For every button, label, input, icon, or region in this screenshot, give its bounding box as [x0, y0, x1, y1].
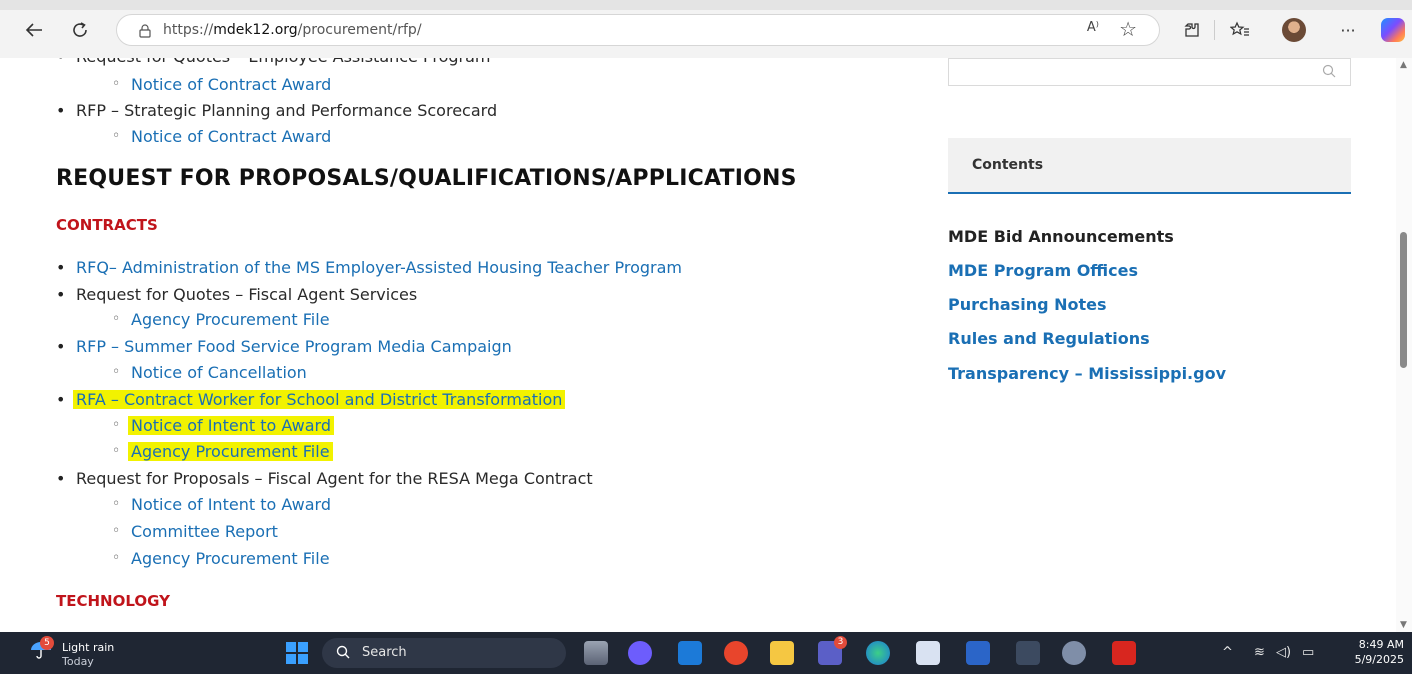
clock-time: 8:49 AM: [1358, 638, 1404, 651]
settings-gear-icon[interactable]: [1062, 641, 1086, 665]
sidebar-link-rules-regulations[interactable]: Rules and Regulations: [948, 329, 1150, 348]
more-menu-icon[interactable]: ···: [1334, 16, 1362, 44]
file-explorer-icon[interactable]: [770, 641, 794, 665]
volume-icon[interactable]: ◁): [1276, 645, 1291, 660]
teams-icon[interactable]: 3: [818, 636, 847, 665]
contents-header: Contents: [948, 138, 1351, 194]
read-aloud-icon[interactable]: A⁾: [1087, 20, 1099, 35]
refresh-icon[interactable]: [66, 16, 94, 44]
tab-strip: [0, 0, 1412, 10]
list-item-link[interactable]: Notice of Contract Award: [112, 75, 331, 94]
vertical-scrollbar[interactable]: ▲ ▼: [1396, 58, 1412, 632]
list-item: Request for Quotes – Employee Assistance…: [56, 58, 490, 66]
list-item-link-highlighted[interactable]: Agency Procurement File: [112, 442, 333, 461]
extensions-icon[interactable]: [1178, 16, 1206, 44]
list-item-link[interactable]: Committee Report: [112, 522, 278, 541]
weather-subtext: Today: [62, 655, 94, 668]
favorites-icon[interactable]: [1226, 16, 1254, 44]
sidebar-link-purchasing-notes[interactable]: Purchasing Notes: [948, 295, 1107, 314]
windows-taskbar: 5 Light rain Today Search 3 ^ ≋ ◁) ▭ 8:4…: [0, 632, 1412, 674]
site-search: [948, 58, 1351, 86]
contracts-section-label: CONTRACTS: [56, 216, 158, 234]
list-item: RFP – Strategic Planning and Performance…: [56, 101, 497, 120]
scroll-up-arrow-icon[interactable]: ▲: [1400, 60, 1407, 70]
url-text[interactable]: https://mdek12.org/procurement/rfp/: [163, 22, 422, 38]
scroll-down-arrow-icon[interactable]: ▼: [1400, 620, 1407, 630]
clock-date: 5/9/2025: [1354, 653, 1404, 666]
sidebar-link-program-offices[interactable]: MDE Program Offices: [948, 261, 1138, 280]
chat-icon[interactable]: [628, 641, 652, 665]
browser-toolbar: https://mdek12.org/procurement/rfp/ A⁾ ☆…: [0, 0, 1412, 58]
toolbar-divider: [1214, 20, 1215, 40]
copilot-icon[interactable]: [1381, 18, 1405, 42]
address-bar[interactable]: https://mdek12.org/procurement/rfp/ A⁾ ☆: [116, 14, 1160, 46]
battery-icon[interactable]: ▭: [1302, 645, 1314, 660]
taskbar-search-label: Search: [362, 645, 407, 660]
word-icon[interactable]: [966, 641, 990, 665]
acrobat-icon[interactable]: [1112, 641, 1136, 665]
start-button-icon[interactable]: [286, 642, 308, 664]
sidebar-link-transparency[interactable]: Transparency – Mississippi.gov: [948, 364, 1226, 383]
contract-link[interactable]: RFQ– Administration of the MS Employer-A…: [56, 258, 682, 277]
back-arrow-icon[interactable]: [20, 16, 48, 44]
list-item-link[interactable]: Agency Procurement File: [112, 549, 329, 568]
profile-avatar[interactable]: [1282, 18, 1306, 42]
page-heading: REQUEST FOR PROPOSALS/QUALIFICATIONS/APP…: [56, 166, 797, 191]
list-item-link[interactable]: Agency Procurement File: [112, 310, 329, 329]
search-icon: [336, 645, 350, 659]
sidebar-link-bid-announcements[interactable]: MDE Bid Announcements: [948, 227, 1174, 246]
list-item-link-highlighted[interactable]: Notice of Intent to Award: [112, 416, 334, 435]
task-view-icon[interactable]: [584, 641, 608, 665]
chevron-up-icon[interactable]: ^: [1222, 645, 1233, 660]
list-item: Request for Proposals – Fiscal Agent for…: [56, 469, 593, 488]
page-content: Request for Quotes – Employee Assistance…: [0, 58, 1396, 632]
list-item-link[interactable]: Notice of Contract Award: [112, 127, 331, 146]
favorite-star-icon[interactable]: ☆: [1119, 17, 1137, 41]
contract-link[interactable]: RFP – Summer Food Service Program Media …: [56, 337, 512, 356]
technology-section-label: TECHNOLOGY: [56, 592, 170, 610]
scrollbar-thumb[interactable]: [1400, 232, 1407, 368]
snipping-tool-icon[interactable]: [916, 641, 940, 665]
edge-browser-icon[interactable]: [866, 641, 890, 665]
contract-link-highlighted[interactable]: RFA – Contract Worker for School and Dis…: [56, 390, 566, 409]
system-clock[interactable]: 8:49 AM 5/9/2025: [1352, 637, 1404, 667]
list-item: Request for Quotes – Fiscal Agent Servic…: [56, 285, 417, 304]
teams-badge: 3: [834, 636, 847, 649]
remote-desktop-icon[interactable]: [724, 641, 748, 665]
taskbar-search[interactable]: Search: [322, 638, 566, 668]
wifi-icon[interactable]: ≋: [1254, 645, 1265, 660]
search-input[interactable]: [949, 59, 1309, 85]
lock-icon[interactable]: [139, 23, 151, 38]
search-icon[interactable]: [1322, 64, 1336, 78]
weather-badge: 5: [40, 636, 54, 650]
list-item-link[interactable]: Notice of Cancellation: [112, 363, 307, 382]
weather-text: Light rain: [62, 641, 115, 654]
outlook-icon[interactable]: [678, 641, 702, 665]
contents-title: Contents: [972, 157, 1044, 173]
list-item-link[interactable]: Notice of Intent to Award: [112, 495, 331, 514]
calculator-icon[interactable]: [1016, 641, 1040, 665]
